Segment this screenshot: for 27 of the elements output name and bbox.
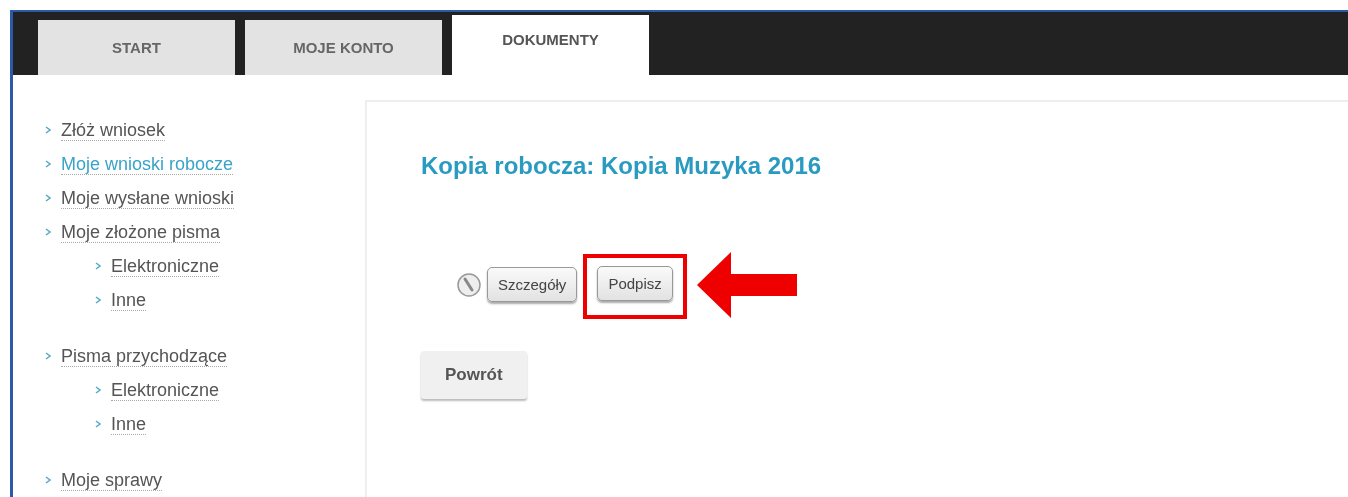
tab[interactable]: START	[38, 20, 235, 75]
sidebar-link[interactable]: Pisma przychodzące	[61, 345, 228, 367]
chevron-icon	[95, 420, 101, 428]
chevron-icon	[45, 126, 51, 134]
sidebar-link[interactable]: Moje złożone pisma	[61, 221, 221, 243]
sidebar-link[interactable]: Moje sprawy	[61, 469, 163, 491]
page-title: Kopia robocza: Kopia Muzyka 2016	[421, 152, 823, 180]
chevron-icon	[95, 386, 101, 394]
left-arrow-icon	[696, 251, 797, 318]
chevron-icon	[45, 476, 51, 484]
action-button[interactable]: Szczegóły	[487, 267, 578, 302]
chevron-icon	[95, 262, 101, 270]
sidebar-link[interactable]: Inne	[111, 413, 147, 435]
sidebar-link[interactable]: Złóż wniosek	[61, 119, 166, 141]
sidebar-link[interactable]: Moje wysłane wnioski	[61, 187, 235, 209]
sidebar-link[interactable]: Elektroniczne	[111, 255, 220, 277]
tab[interactable]: MOJE KONTO	[245, 20, 442, 75]
tab[interactable]: DOKUMENTY	[452, 15, 649, 75]
back-button[interactable]: Powrót	[421, 351, 527, 399]
action-button[interactable]: Podpisz	[597, 266, 673, 301]
chevron-icon	[45, 228, 51, 236]
sidebar-link[interactable]: Elektroniczne	[111, 379, 220, 401]
chevron-icon	[45, 352, 51, 360]
chevron-icon	[45, 160, 51, 168]
chevron-icon	[45, 194, 51, 202]
sidebar-link[interactable]: Inne	[111, 289, 147, 311]
chevron-icon	[95, 296, 101, 304]
